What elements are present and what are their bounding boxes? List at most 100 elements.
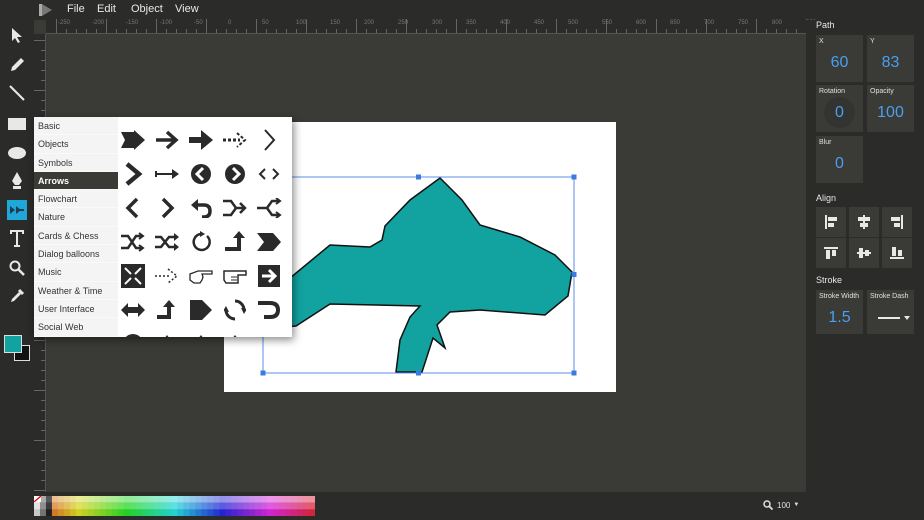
- palette-swatch[interactable]: [147, 502, 154, 510]
- palette-swatch[interactable]: [189, 509, 196, 516]
- palette-swatch[interactable]: [111, 496, 119, 503]
- shape-arrow-leftright-thin[interactable]: [254, 159, 284, 189]
- shape-partial-5[interactable]: [254, 329, 284, 337]
- palette-swatch[interactable]: [303, 502, 310, 510]
- palette-swatch[interactable]: [183, 496, 190, 503]
- palette-swatch[interactable]: [183, 502, 190, 510]
- category-social-web[interactable]: Social Web: [34, 318, 118, 337]
- palette-swatch[interactable]: [57, 509, 65, 516]
- shape-arrow-long[interactable]: [152, 159, 182, 189]
- shape-arrow-dotted-outline[interactable]: [152, 261, 182, 291]
- palette-swatch[interactable]: [75, 509, 83, 516]
- line-tool[interactable]: [7, 83, 27, 103]
- no-color-swatch-icon[interactable]: [34, 496, 41, 502]
- palette-swatch[interactable]: [297, 496, 304, 503]
- palette-swatch[interactable]: [237, 509, 244, 516]
- palette-swatch[interactable]: [291, 496, 298, 503]
- palette-swatch[interactable]: [297, 509, 304, 516]
- palette-swatch[interactable]: [201, 502, 208, 510]
- palette-swatch[interactable]: [34, 509, 41, 516]
- palette-swatch[interactable]: [63, 496, 71, 503]
- eyedropper-tool[interactable]: [7, 286, 27, 306]
- palette-swatch[interactable]: [153, 509, 160, 516]
- align-right-button[interactable]: [882, 207, 912, 237]
- palette-swatch[interactable]: [267, 496, 274, 503]
- palette-swatch[interactable]: [279, 496, 286, 503]
- align-center-button[interactable]: [849, 207, 879, 237]
- palette-swatch[interactable]: [249, 502, 256, 510]
- palette-swatch[interactable]: [291, 509, 298, 516]
- palette-swatch[interactable]: [201, 509, 208, 516]
- rotation-value[interactable]: 0: [816, 104, 863, 122]
- palette-swatch[interactable]: [165, 502, 172, 510]
- palette-swatch[interactable]: [159, 502, 166, 510]
- category-music[interactable]: Music: [34, 263, 118, 282]
- shape-arrow-box-right[interactable]: [254, 261, 284, 291]
- menu-view[interactable]: View: [175, 3, 199, 15]
- rectangle-tool[interactable]: [7, 114, 27, 134]
- palette-swatch[interactable]: [141, 496, 148, 503]
- palette-swatch[interactable]: [159, 509, 166, 516]
- palette-swatch[interactable]: [129, 509, 137, 516]
- palette-swatch[interactable]: [273, 502, 280, 510]
- palette-swatch[interactable]: [171, 509, 178, 516]
- shape-arrow-u-turn[interactable]: [254, 295, 284, 325]
- palette-swatch[interactable]: [93, 509, 101, 516]
- category-dialog-balloons[interactable]: Dialog balloons: [34, 245, 118, 264]
- palette-swatch[interactable]: [213, 502, 220, 510]
- palette-swatch[interactable]: [165, 496, 172, 503]
- shape-partial-1[interactable]: [118, 329, 148, 337]
- palette-swatch[interactable]: [34, 502, 41, 510]
- palette-swatch[interactable]: [39, 502, 47, 510]
- palette-swatch[interactable]: [225, 509, 232, 516]
- palette-swatch[interactable]: [213, 496, 220, 503]
- opacity-value[interactable]: 100: [867, 104, 914, 122]
- stroke-width-field[interactable]: Stroke Width 1.5: [816, 290, 863, 334]
- palette-swatch[interactable]: [255, 509, 262, 516]
- palette-swatch[interactable]: [183, 509, 190, 516]
- zoom-value[interactable]: 100: [777, 501, 790, 510]
- palette-swatch[interactable]: [93, 502, 101, 510]
- palette-swatch[interactable]: [219, 496, 226, 503]
- shape-arrow-left-right[interactable]: [118, 295, 148, 325]
- align-middle-button[interactable]: [849, 238, 879, 268]
- palette-swatch[interactable]: [63, 509, 71, 516]
- palette-swatch[interactable]: [45, 509, 53, 516]
- palette-swatch[interactable]: [267, 509, 274, 516]
- shape-partial-2[interactable]: [152, 329, 182, 337]
- shape-arrow-shuffle[interactable]: [152, 227, 182, 257]
- x-field[interactable]: X 60: [816, 35, 863, 82]
- shape-arrow-bold[interactable]: [186, 125, 216, 155]
- shape-chevron-left[interactable]: [118, 193, 148, 223]
- palette-swatch[interactable]: [219, 509, 226, 516]
- palette-swatch[interactable]: [135, 502, 143, 510]
- palette-swatch[interactable]: [255, 502, 262, 510]
- zoom-tool[interactable]: [7, 258, 27, 278]
- palette-swatch[interactable]: [111, 502, 119, 510]
- stroke-width-value[interactable]: 1.5: [816, 309, 863, 327]
- palette-swatch[interactable]: [177, 496, 184, 503]
- shape-chevron-block[interactable]: [254, 227, 284, 257]
- shape-arrow-undo[interactable]: [186, 193, 216, 223]
- palette-swatch[interactable]: [195, 502, 202, 510]
- palette-swatch[interactable]: [57, 496, 65, 503]
- palette-swatch[interactable]: [309, 509, 315, 516]
- palette-swatch[interactable]: [117, 502, 125, 510]
- palette-swatch[interactable]: [87, 496, 95, 503]
- menu-object[interactable]: Object: [131, 3, 163, 15]
- palette-swatch[interactable]: [189, 502, 196, 510]
- shape-arrow-split[interactable]: [254, 193, 284, 223]
- palette-swatch[interactable]: [147, 496, 154, 503]
- shape-arrow-cross[interactable]: [118, 227, 148, 257]
- palette-swatch[interactable]: [105, 509, 113, 516]
- palette-swatch[interactable]: [285, 502, 292, 510]
- palette-swatch[interactable]: [309, 502, 315, 510]
- stroke-dash-select-icon[interactable]: [878, 314, 912, 322]
- palette-swatch[interactable]: [141, 502, 148, 510]
- palette-swatch[interactable]: [303, 509, 310, 516]
- palette-swatch[interactable]: [81, 496, 89, 503]
- palette-swatch[interactable]: [231, 496, 238, 503]
- category-nature[interactable]: Nature: [34, 208, 118, 227]
- palette-swatch[interactable]: [51, 496, 59, 503]
- palette-swatch[interactable]: [237, 502, 244, 510]
